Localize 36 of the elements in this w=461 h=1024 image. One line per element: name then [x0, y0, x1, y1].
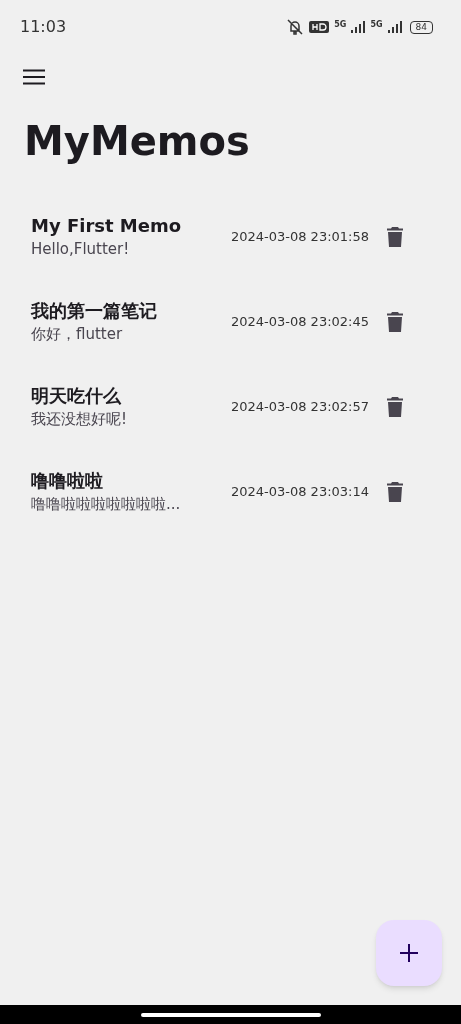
signal-icon	[387, 21, 402, 33]
memo-timestamp: 2024-03-08 23:01:58	[230, 227, 369, 246]
trash-icon	[387, 311, 403, 332]
signal-icon	[351, 21, 366, 33]
delete-button[interactable]	[385, 224, 405, 249]
hd-icon	[309, 20, 330, 34]
battery-indicator: 84	[409, 20, 433, 34]
memo-title: 我的第一篇笔记	[31, 298, 158, 323]
muted-bell-icon	[286, 19, 305, 35]
memo-item[interactable]: 我的第一篇笔记 你好，flutter 2024-03-08 23:02:45	[0, 279, 461, 364]
home-indicator[interactable]	[140, 1012, 321, 1017]
memo-title: 明天吃什么	[31, 383, 122, 408]
memo-title: My First Memo	[31, 213, 183, 238]
trash-icon	[387, 481, 403, 502]
delete-button[interactable]	[385, 479, 405, 504]
memo-timestamp: 2024-03-08 23:02:45	[230, 312, 369, 331]
memo-item[interactable]: 噜噜啦啦 噜噜啦啦啦啦啦啦啦... 2024-03-08 23:03:14	[0, 449, 461, 534]
memo-title: 噜噜啦啦	[31, 468, 104, 493]
delete-button[interactable]	[385, 309, 405, 334]
memo-timestamp: 2024-03-08 23:02:57	[230, 397, 369, 416]
memo-timestamp: 2024-03-08 23:03:14	[230, 482, 369, 501]
status-time: 11:03	[20, 16, 67, 38]
page-title: MyMemos	[23, 117, 251, 166]
memo-item[interactable]: My First Memo Hello,Flutter! 2024-03-08 23:01:58	[0, 194, 461, 279]
memo-item[interactable]: 明天吃什么 我还没想好呢! 2024-03-08 23:02:57	[0, 364, 461, 449]
plus-icon	[400, 944, 418, 962]
memo-body: 你好，flutter	[31, 323, 124, 345]
memo-body: 我还没想好呢!	[31, 408, 128, 430]
trash-icon	[387, 226, 403, 247]
menu-icon	[23, 69, 45, 85]
memo-body: 噜噜啦啦啦啦啦啦啦...	[31, 493, 182, 515]
network-label: 5G	[370, 19, 383, 31]
trash-icon	[387, 396, 403, 417]
delete-button[interactable]	[385, 394, 405, 419]
memo-body: Hello,Flutter!	[31, 238, 131, 260]
network-label: 5G	[334, 19, 347, 31]
